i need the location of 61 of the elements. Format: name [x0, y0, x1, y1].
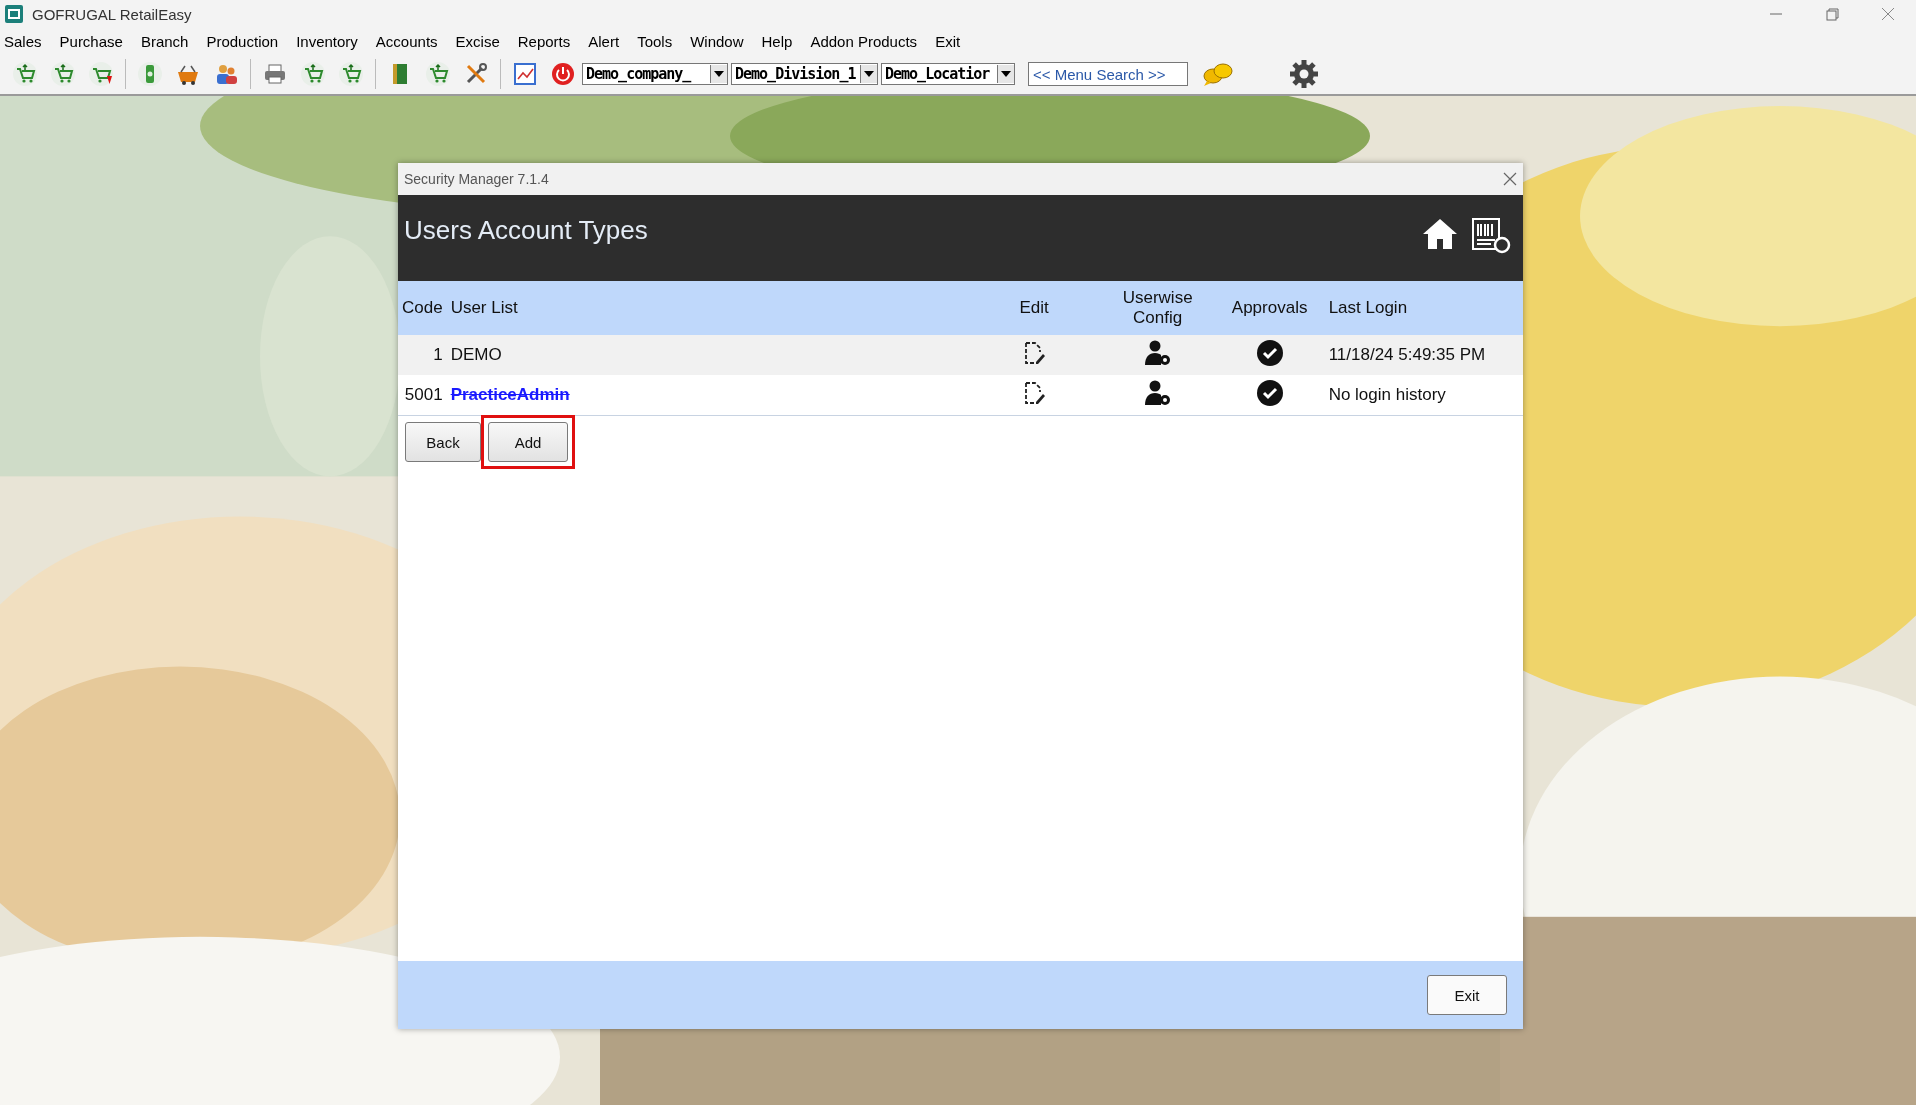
cart-icon[interactable]: [50, 61, 76, 87]
dropdown[interactable]: Demo_Locatior: [881, 63, 1015, 85]
power-icon[interactable]: [550, 61, 576, 87]
user-settings-icon[interactable]: [1142, 378, 1173, 407]
menu-search-field[interactable]: << Menu Search >>: [1028, 62, 1188, 86]
user-name[interactable]: PracticeAdmin: [450, 385, 570, 404]
close-icon[interactable]: [1503, 172, 1517, 186]
chat-icon[interactable]: [1202, 61, 1234, 87]
column-header: Userwise Config: [1100, 281, 1215, 335]
page-heading: Users Account Types: [404, 215, 649, 246]
menu-item[interactable]: Accounts: [375, 32, 446, 50]
barcode-refresh-icon[interactable]: [1471, 217, 1511, 255]
column-header: Last Login: [1324, 281, 1523, 335]
settings-icon[interactable]: [1288, 58, 1320, 90]
cart-icon[interactable]: [300, 61, 326, 87]
cart-icon[interactable]: [338, 61, 364, 87]
user-name[interactable]: DEMO: [450, 345, 502, 364]
menu-item[interactable]: Reports: [517, 32, 579, 50]
home-icon[interactable]: [1421, 217, 1459, 251]
action-button[interactable]: Add: [488, 422, 568, 462]
menu-item[interactable]: Sales: [4, 32, 50, 50]
column-header: Edit: [967, 281, 1101, 335]
last-login-cell: No login history: [1324, 375, 1523, 416]
column-header: Approvals: [1214, 281, 1325, 335]
caret-icon[interactable]: [864, 71, 874, 77]
menu-item[interactable]: Excise: [455, 32, 508, 50]
cart-icon[interactable]: [425, 61, 451, 87]
money-icon[interactable]: [137, 61, 163, 87]
dropdown[interactable]: Demo_company_: [582, 63, 728, 85]
menu-item[interactable]: Branch: [140, 32, 197, 50]
menu-item[interactable]: Exit: [935, 32, 969, 50]
exit-button[interactable]: Exit: [1427, 975, 1507, 1015]
menu-item[interactable]: Help: [761, 32, 801, 50]
dropdown[interactable]: Demo_Division_1: [731, 63, 878, 85]
menu-item[interactable]: Window: [690, 32, 752, 50]
menu-item[interactable]: Production: [206, 32, 287, 50]
cart-icon[interactable]: [12, 61, 38, 87]
caret-icon[interactable]: [1001, 71, 1011, 77]
printer-icon[interactable]: [262, 61, 288, 87]
window-title: GOFRUGAL RetailEasy: [32, 5, 192, 23]
code-cell: 5001: [398, 375, 447, 416]
user-settings-icon[interactable]: [1142, 338, 1173, 367]
edit-icon[interactable]: [1022, 379, 1047, 406]
caret-icon[interactable]: [714, 71, 724, 77]
column-header: Code: [398, 281, 447, 335]
menu-item[interactable]: Inventory: [296, 32, 366, 50]
app-logo-icon: [4, 4, 24, 24]
menu-item[interactable]: Alert: [588, 32, 628, 50]
edit-icon[interactable]: [1022, 339, 1047, 366]
check-icon[interactable]: [1255, 338, 1284, 367]
menu-item[interactable]: Tools: [637, 32, 681, 50]
column-header: User List: [446, 281, 968, 335]
menu-item[interactable]: Purchase: [59, 32, 131, 50]
chart-icon[interactable]: [512, 61, 538, 87]
last-login-cell: 11/18/24 5:49:35 PM: [1324, 335, 1523, 375]
menu-item[interactable]: Addon Products: [810, 32, 926, 50]
dialog-title: Security Manager 7.1.4: [404, 171, 550, 187]
cart-icon[interactable]: [88, 61, 114, 87]
check-icon[interactable]: [1255, 378, 1284, 407]
action-button[interactable]: Back: [405, 422, 481, 462]
code-cell: 1: [398, 335, 447, 375]
